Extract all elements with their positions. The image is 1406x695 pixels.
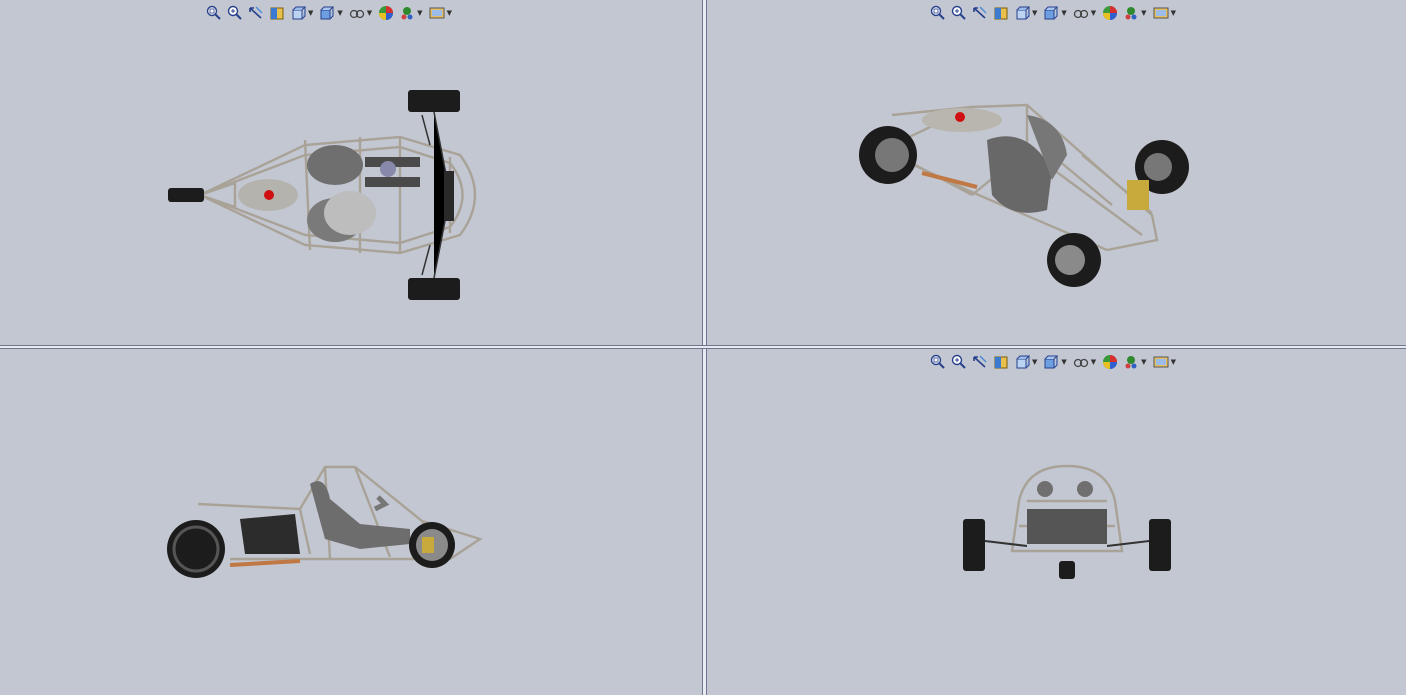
viewport-top[interactable]: ▼ ▼ ▼ ▼ ▼ xyxy=(0,0,702,345)
viewport-side[interactable] xyxy=(0,349,702,695)
chevron-down-icon[interactable]: ▼ xyxy=(417,9,422,17)
previous-view-icon[interactable] xyxy=(247,4,265,22)
chevron-down-icon[interactable]: ▼ xyxy=(1032,358,1037,366)
chevron-down-icon[interactable]: ▼ xyxy=(1061,358,1066,366)
chevron-down-icon[interactable]: ▼ xyxy=(1061,9,1066,17)
heads-up-toolbar: ▼ ▼ ▼ ▼ ▼ xyxy=(929,352,1178,372)
model-isometric-view[interactable] xyxy=(852,95,1197,295)
chevron-down-icon[interactable]: ▼ xyxy=(367,9,372,17)
section-view-icon[interactable] xyxy=(992,4,1010,22)
model-front-view[interactable] xyxy=(957,461,1177,586)
chevron-down-icon[interactable]: ▼ xyxy=(1171,358,1176,366)
viewport-front[interactable]: ▼ ▼ ▼ ▼ ▼ xyxy=(707,349,1406,695)
zoom-to-fit-icon[interactable] xyxy=(205,4,223,22)
view-orientation-icon[interactable] xyxy=(289,4,307,22)
view-settings-icon[interactable] xyxy=(1152,353,1170,371)
front-right-wheel-front xyxy=(1149,519,1171,571)
chevron-down-icon[interactable]: ▼ xyxy=(447,9,452,17)
view-orientation-icon[interactable] xyxy=(1013,4,1031,22)
model-side-view[interactable] xyxy=(160,459,490,584)
zoom-to-area-icon[interactable] xyxy=(950,353,968,371)
rear-wheel-top xyxy=(168,188,204,202)
chevron-down-icon[interactable]: ▼ xyxy=(1141,9,1146,17)
front-left-wheel-front xyxy=(963,519,985,571)
view-orientation-icon[interactable] xyxy=(1013,353,1031,371)
view-settings-icon[interactable] xyxy=(1152,4,1170,22)
viewport-isometric[interactable]: ▼ ▼ ▼ ▼ ▼ xyxy=(707,0,1406,345)
heads-up-toolbar: ▼ ▼ ▼ ▼ ▼ xyxy=(929,3,1178,23)
chevron-down-icon[interactable]: ▼ xyxy=(1141,358,1146,366)
previous-view-icon[interactable] xyxy=(971,4,989,22)
display-style-icon[interactable] xyxy=(1042,4,1060,22)
chevron-down-icon[interactable]: ▼ xyxy=(1171,9,1176,17)
edit-appearance-icon[interactable] xyxy=(1101,4,1119,22)
heads-up-toolbar: ▼ ▼ ▼ ▼ ▼ xyxy=(205,3,454,23)
chevron-down-icon[interactable]: ▼ xyxy=(1091,9,1096,17)
hide-show-items-icon[interactable] xyxy=(1072,4,1090,22)
front-right-wheel-top xyxy=(408,278,460,300)
display-style-icon[interactable] xyxy=(318,4,336,22)
edit-appearance-icon[interactable] xyxy=(1101,353,1119,371)
apply-scene-icon[interactable] xyxy=(398,4,416,22)
zoom-to-fit-icon[interactable] xyxy=(929,353,947,371)
section-view-icon[interactable] xyxy=(268,4,286,22)
chevron-down-icon[interactable]: ▼ xyxy=(1091,358,1096,366)
zoom-to-area-icon[interactable] xyxy=(226,4,244,22)
edit-appearance-icon[interactable] xyxy=(377,4,395,22)
chevron-down-icon[interactable]: ▼ xyxy=(337,9,342,17)
model-top-view[interactable] xyxy=(160,85,490,307)
rear-wheel-side xyxy=(167,520,225,578)
chevron-down-icon[interactable]: ▼ xyxy=(308,9,313,17)
section-view-icon[interactable] xyxy=(992,353,1010,371)
apply-scene-icon[interactable] xyxy=(1122,4,1140,22)
chevron-down-icon[interactable]: ▼ xyxy=(1032,9,1037,17)
view-settings-icon[interactable] xyxy=(428,4,446,22)
zoom-to-fit-icon[interactable] xyxy=(929,4,947,22)
zoom-to-area-icon[interactable] xyxy=(950,4,968,22)
display-style-icon[interactable] xyxy=(1042,353,1060,371)
hide-show-items-icon[interactable] xyxy=(348,4,366,22)
previous-view-icon[interactable] xyxy=(971,353,989,371)
hide-show-items-icon[interactable] xyxy=(1072,353,1090,371)
horizontal-splitter[interactable] xyxy=(0,345,1406,349)
front-left-wheel-top xyxy=(408,90,460,112)
rear-wheel-front xyxy=(1059,561,1075,579)
apply-scene-icon[interactable] xyxy=(1122,353,1140,371)
